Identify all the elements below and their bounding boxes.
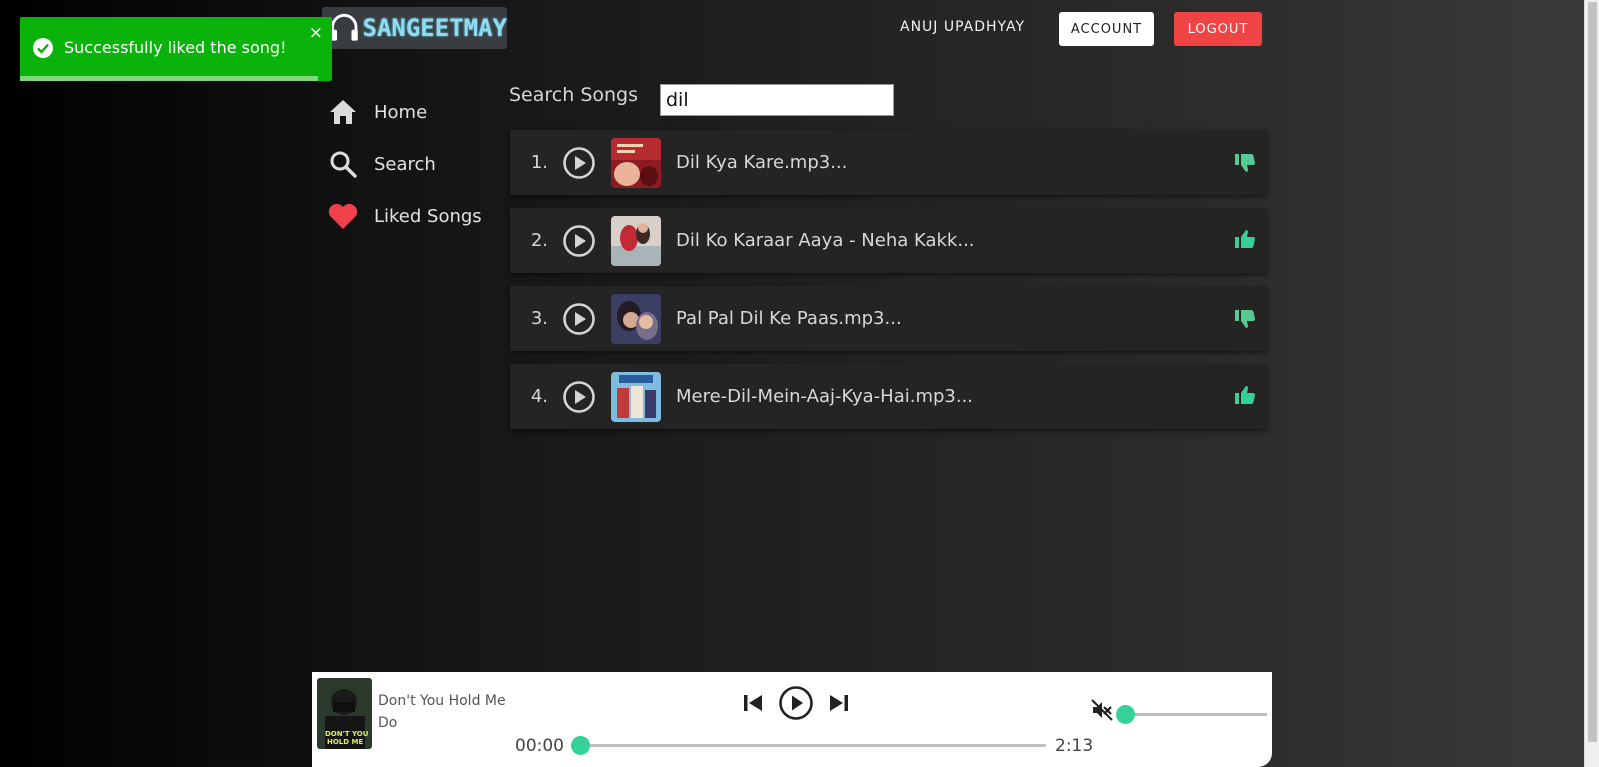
volume-slider[interactable] bbox=[1116, 705, 1267, 724]
song-row[interactable]: 4. Mere-Dil-Mein-Aaj-Kya-Hai.mp3... bbox=[510, 364, 1267, 429]
playback-controls bbox=[740, 685, 852, 721]
logout-button[interactable]: LOGOUT bbox=[1174, 12, 1262, 46]
play-circle-icon[interactable] bbox=[778, 685, 814, 721]
song-row[interactable]: 3. Pal Pal Dil Ke Paas.mp3... bbox=[510, 286, 1267, 351]
home-icon bbox=[328, 97, 358, 127]
seek-bar[interactable] bbox=[571, 736, 1046, 755]
search-icon bbox=[328, 149, 358, 179]
sidebar-item-search[interactable]: Search bbox=[328, 138, 482, 190]
now-playing-title-line: Don't You Hold Me bbox=[378, 693, 506, 709]
play-circle-icon[interactable] bbox=[562, 146, 596, 180]
scrollbar-thumb[interactable] bbox=[1588, 2, 1597, 742]
search-input[interactable] bbox=[660, 84, 894, 116]
account-button[interactable]: ACCOUNT bbox=[1059, 12, 1154, 46]
song-index: 3. bbox=[530, 308, 548, 329]
volume-handle[interactable] bbox=[1116, 705, 1135, 724]
sidebar-item-liked-songs[interactable]: Liked Songs bbox=[328, 190, 482, 242]
current-time: 00:00 bbox=[515, 736, 564, 756]
close-icon[interactable]: × bbox=[309, 23, 323, 43]
song-title[interactable]: Dil Kya Kare.mp3... bbox=[676, 152, 847, 173]
song-thumbnail bbox=[611, 371, 661, 422]
svg-text:DON'T YOU: DON'T YOU bbox=[325, 730, 369, 738]
toast-notification: Successfully liked the song! × bbox=[20, 17, 332, 81]
headphones-icon bbox=[330, 14, 358, 41]
song-title[interactable]: Dil Ko Karaar Aaya - Neha Kakk... bbox=[676, 230, 975, 251]
play-circle-icon[interactable] bbox=[562, 224, 596, 258]
song-thumbnail bbox=[611, 293, 661, 344]
music-player: DON'T YOU HOLD ME Don't You Hold Me Do 0… bbox=[312, 672, 1272, 767]
song-title[interactable]: Pal Pal Dil Ke Paas.mp3... bbox=[676, 308, 902, 329]
song-index: 1. bbox=[530, 152, 548, 173]
song-title[interactable]: Mere-Dil-Mein-Aaj-Kya-Hai.mp3... bbox=[676, 386, 973, 407]
user-name: ANUJ UPADHYAY bbox=[900, 19, 1026, 35]
song-list: 1. Dil Kya Kare.mp3... 2. Dil Ko Karaar … bbox=[510, 130, 1267, 442]
toast-message: Successfully liked the song! bbox=[64, 38, 287, 57]
now-playing-title-line: Do bbox=[378, 715, 398, 731]
now-playing-title: Don't You Hold Me Do bbox=[378, 690, 518, 734]
sidebar-item-label: Search bbox=[374, 153, 436, 175]
sidebar-item-label: Home bbox=[374, 101, 428, 123]
song-row[interactable]: 1. Dil Kya Kare.mp3... bbox=[510, 130, 1267, 195]
sidebar-item-home[interactable]: Home bbox=[328, 86, 482, 138]
thumbs-up-icon[interactable] bbox=[1233, 228, 1257, 252]
thumbs-down-icon[interactable] bbox=[1233, 306, 1257, 330]
song-row[interactable]: 2. Dil Ko Karaar Aaya - Neha Kakk... bbox=[510, 208, 1267, 273]
song-thumbnail bbox=[611, 215, 661, 266]
check-circle-icon bbox=[33, 38, 53, 58]
song-index: 2. bbox=[530, 230, 548, 251]
seek-handle[interactable] bbox=[571, 736, 590, 755]
sidebar-nav: Home Search Liked Songs bbox=[328, 86, 482, 242]
song-thumbnail bbox=[611, 137, 661, 188]
play-circle-icon[interactable] bbox=[562, 302, 596, 336]
skip-previous-icon[interactable] bbox=[740, 690, 766, 716]
volume-mute-icon[interactable] bbox=[1091, 699, 1113, 721]
toast-progress-bar bbox=[20, 76, 318, 81]
sidebar-item-label: Liked Songs bbox=[374, 205, 482, 227]
duration: 2:13 bbox=[1055, 736, 1094, 756]
song-index: 4. bbox=[530, 386, 548, 407]
heart-icon bbox=[328, 201, 358, 231]
search-label: Search Songs bbox=[509, 84, 639, 106]
skip-next-icon[interactable] bbox=[826, 690, 852, 716]
app-logo[interactable]: SANGEETMAY bbox=[322, 7, 507, 49]
thumbs-down-icon[interactable] bbox=[1233, 150, 1257, 174]
thumbs-up-icon[interactable] bbox=[1233, 384, 1257, 408]
now-playing-thumbnail: DON'T YOU HOLD ME bbox=[317, 678, 372, 749]
svg-text:HOLD ME: HOLD ME bbox=[327, 738, 363, 746]
logo-text: SANGEETMAY bbox=[362, 14, 508, 42]
play-circle-icon[interactable] bbox=[562, 380, 596, 414]
page-scrollbar[interactable] bbox=[1584, 0, 1599, 767]
